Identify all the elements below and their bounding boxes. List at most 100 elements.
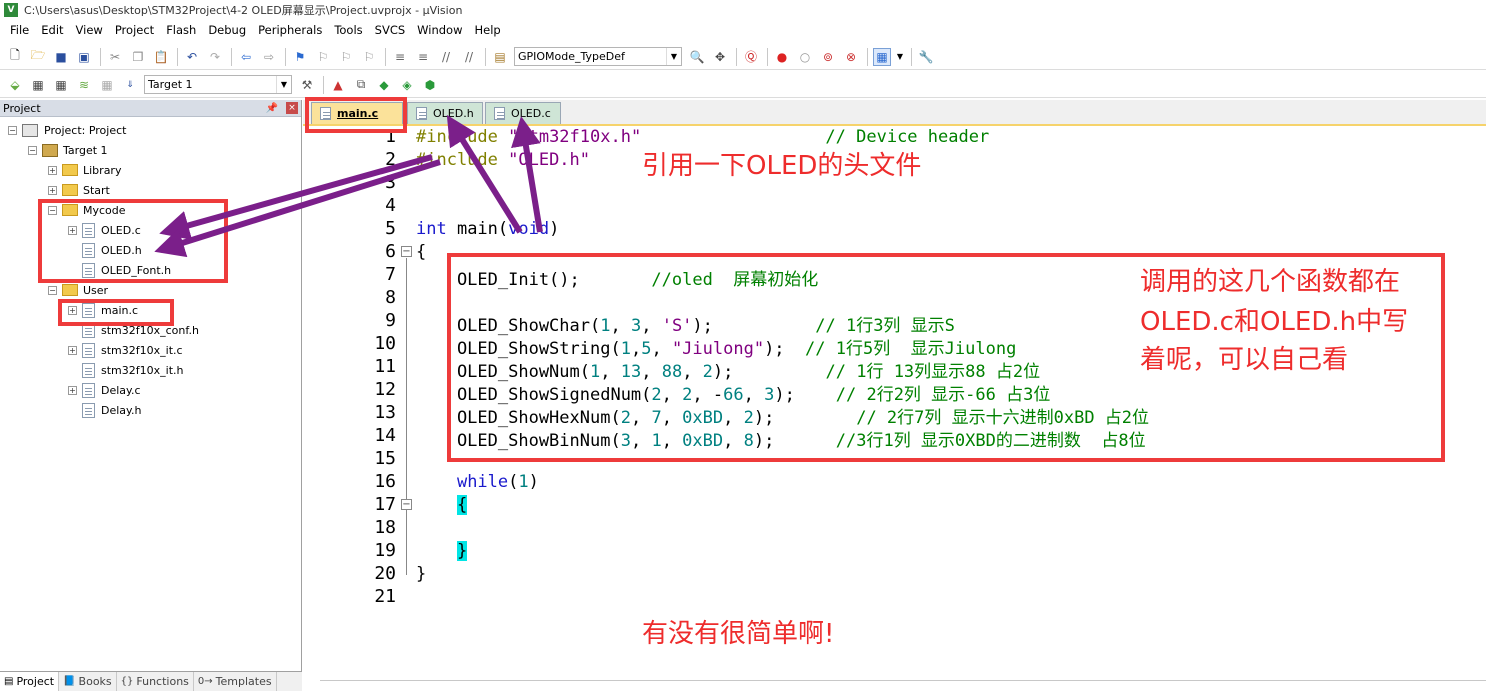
debug-session-icon[interactable]: Ⓠ — [742, 48, 760, 66]
new-file-icon[interactable]: 🗋 — [6, 48, 24, 66]
window-layout-icon[interactable]: ▦ — [873, 47, 891, 66]
menu-debug[interactable]: Debug — [202, 20, 252, 41]
tree-item[interactable]: − Mycode — [48, 200, 126, 220]
paste-icon[interactable]: 📋 — [152, 48, 170, 66]
find-icon[interactable]: 🔍 — [688, 48, 706, 66]
menu-tools[interactable]: Tools — [328, 20, 368, 41]
tree-item[interactable]: stm32f10x_conf.h — [68, 320, 199, 340]
tree-item[interactable]: − Target 1 — [28, 140, 108, 160]
manage-components-icon[interactable]: ⧉ — [352, 76, 370, 94]
tab-oled-c[interactable]: OLED.c — [485, 102, 561, 124]
code-line[interactable]: } — [416, 541, 468, 561]
batch-build-icon[interactable]: ≋ — [75, 76, 93, 94]
download-icon[interactable]: ⇓ — [121, 76, 139, 94]
indent-icon[interactable]: ≡ — [391, 48, 409, 66]
menu-peripherals[interactable]: Peripherals — [252, 20, 328, 41]
uncomment-icon[interactable]: // — [460, 48, 478, 66]
next-bookmark-icon[interactable]: ⚐ — [337, 48, 355, 66]
chevron-down-icon[interactable]: ▼ — [276, 76, 291, 93]
stop-build-icon[interactable]: ▦ — [98, 76, 116, 94]
code-line[interactable]: OLED_ShowNum(1, 13, 88, 2); // 1行 13列显示8… — [416, 357, 1040, 382]
rte-icon[interactable]: ⬢ — [421, 76, 439, 94]
menu-edit[interactable]: Edit — [35, 20, 69, 41]
code-line[interactable]: OLED_ShowHexNum(2, 7, 0xBD, 2); // 2行7列 … — [416, 403, 1149, 428]
tab-main-c[interactable]: main.c — [311, 102, 403, 124]
pin-icon[interactable]: 📌 — [266, 103, 278, 114]
tree-item[interactable]: + OLED.c — [68, 220, 141, 240]
incremental-find-icon[interactable]: ✥ — [711, 48, 729, 66]
tree-item[interactable]: OLED.h — [68, 240, 142, 260]
tab-functions[interactable]: {} Functions — [117, 672, 194, 691]
tree-item[interactable]: stm32f10x_it.h — [68, 360, 183, 380]
code-line[interactable]: OLED_ShowBinNum(3, 1, 0xBD, 8); //3行1列 显… — [416, 426, 1146, 451]
tree-item[interactable]: + Library — [48, 160, 121, 180]
menu-svcs[interactable]: SVCS — [369, 20, 412, 41]
code-line[interactable]: #include "stm32f10x.h" // Device header — [416, 127, 989, 147]
code-line[interactable]: while(1) — [416, 472, 539, 492]
chevron-down-icon[interactable]: ▼ — [666, 48, 681, 65]
collapse-icon[interactable]: − — [8, 125, 17, 135]
code-line[interactable]: int main(void) — [416, 219, 559, 239]
comment-icon[interactable]: // — [437, 48, 455, 66]
code-line[interactable]: OLED_ShowChar(1, 3, 'S'); // 1行3列 显示S — [416, 311, 955, 336]
pack-installer-icon[interactable]: ◈ — [398, 76, 416, 94]
expand-icon[interactable]: + — [68, 385, 77, 395]
find-in-files-icon[interactable]: ▤ — [491, 48, 509, 66]
chevron-down-icon[interactable]: ▼ — [896, 48, 904, 66]
tree-item[interactable]: + main.c — [68, 300, 138, 320]
rebuild-icon[interactable]: ▦ — [52, 76, 70, 94]
code-line[interactable]: { — [416, 495, 468, 515]
save-all-icon[interactable]: ▣ — [75, 48, 93, 66]
tree-item[interactable]: + Delay.c — [68, 380, 141, 400]
code-editor[interactable]: 1 2 3 4 5 6 7 8 9 10 11 12 13 14 15 16 17 18 19 20 21 − − #i… — [308, 126, 1486, 672]
collapse-icon[interactable]: − — [28, 145, 37, 155]
tab-oled-h[interactable]: OLED.h — [407, 102, 483, 124]
menu-window[interactable]: Window — [411, 20, 468, 41]
unindent-icon[interactable]: ≡ — [414, 48, 432, 66]
close-icon[interactable]: × — [286, 102, 298, 114]
nav-forward-icon[interactable]: ⇨ — [260, 48, 278, 66]
tree-item[interactable]: OLED_Font.h — [68, 260, 171, 280]
nav-back-icon[interactable]: ⇦ — [237, 48, 255, 66]
code-line[interactable]: OLED_ShowSignedNum(2, 2, -66, 3); // 2行2… — [416, 380, 1050, 405]
expand-icon[interactable]: + — [48, 165, 57, 175]
clear-bookmarks-icon[interactable]: ⚐ — [360, 48, 378, 66]
menu-flash[interactable]: Flash — [160, 20, 202, 41]
save-icon[interactable]: ■ — [52, 48, 70, 66]
tab-books[interactable]: 📘 Books — [59, 672, 117, 691]
collapse-icon[interactable]: − — [48, 205, 57, 215]
code-line[interactable]: #include "OLED.h" — [416, 150, 590, 170]
tree-item[interactable]: − User — [48, 280, 108, 300]
file-extensions-icon[interactable]: ▲ — [329, 76, 347, 94]
code-line[interactable]: OLED_Init(); //oled 屏幕初始化 — [416, 265, 818, 290]
expand-icon[interactable]: + — [68, 225, 77, 235]
prev-bookmark-icon[interactable]: ⚐ — [314, 48, 332, 66]
expand-icon[interactable]: + — [48, 185, 57, 195]
translate-icon[interactable]: ⬙ — [6, 76, 24, 94]
cut-icon[interactable]: ✂ — [106, 48, 124, 66]
redo-icon[interactable]: ↷ — [206, 48, 224, 66]
copy-icon[interactable]: ❐ — [129, 48, 147, 66]
code-line[interactable]: OLED_ShowString(1,5, "Jiulong"); // 1行5列… — [416, 334, 1016, 359]
menu-view[interactable]: View — [70, 20, 109, 41]
code-line[interactable]: } — [416, 564, 426, 584]
fold-toggle-icon[interactable]: − — [401, 499, 412, 510]
target-combo[interactable]: Target 1 ▼ — [144, 75, 292, 94]
menu-file[interactable]: File — [4, 20, 35, 41]
bookmark-icon[interactable]: ⚑ — [291, 48, 309, 66]
open-folder-icon[interactable]: 🗁 — [29, 48, 47, 66]
collapse-icon[interactable]: − — [48, 285, 57, 295]
target-options-icon[interactable]: ⚒ — [298, 76, 316, 94]
tree-item[interactable]: + Start — [48, 180, 110, 200]
tab-project[interactable]: ▤ Project — [0, 672, 60, 691]
expand-icon[interactable]: + — [68, 345, 77, 355]
configure-icon[interactable]: 🔧 — [917, 48, 935, 66]
fold-toggle-icon[interactable]: − — [401, 246, 412, 257]
find-combo[interactable]: GPIOMode_TypeDef ▼ — [514, 47, 682, 66]
tab-templates[interactable]: 0→ Templates — [194, 672, 277, 691]
undo-icon[interactable]: ↶ — [183, 48, 201, 66]
tree-item[interactable]: − Project: Project — [8, 120, 126, 140]
disable-all-breakpoints-icon[interactable]: ⊚ — [819, 48, 837, 66]
build-icon[interactable]: ▦ — [29, 76, 47, 94]
menu-project[interactable]: Project — [109, 20, 160, 41]
